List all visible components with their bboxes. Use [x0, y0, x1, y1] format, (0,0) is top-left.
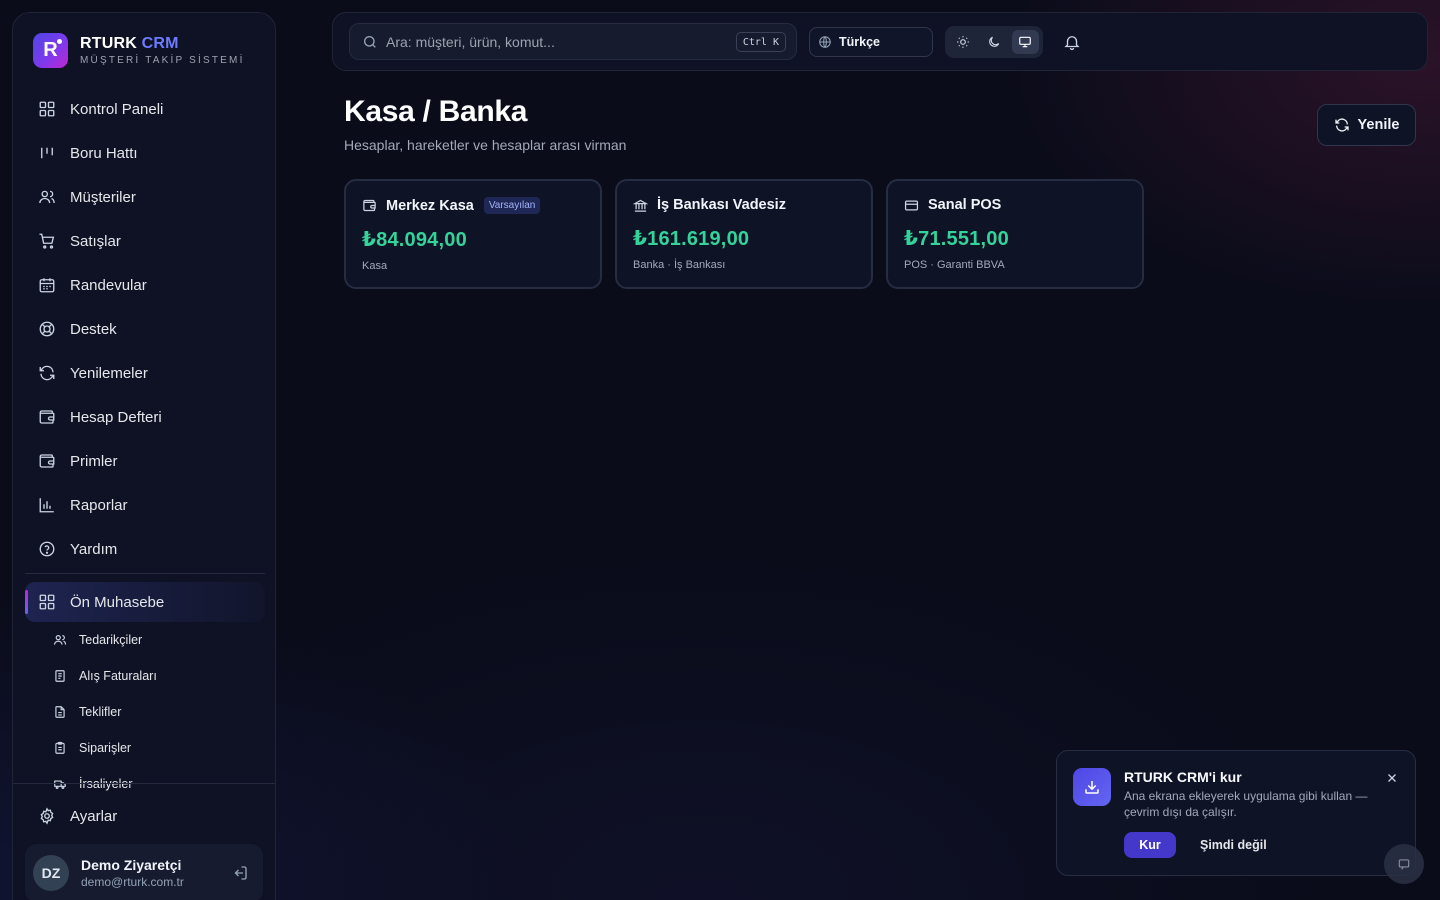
install-button[interactable]: Kur [1124, 832, 1176, 858]
credit-card-icon [904, 200, 919, 210]
document-icon [55, 670, 65, 682]
sun-icon [956, 36, 969, 48]
search-shortcut: Ctrl K [735, 32, 786, 52]
not-now-button[interactable]: Şimdi değil [1200, 838, 1267, 852]
brand-name: RTURK CRM [80, 35, 179, 52]
refresh-button[interactable]: Yenile [1317, 104, 1416, 146]
refresh-icon [39, 365, 55, 381]
submenu-on-muhasebe: Tedarikçiler Alış Faturaları Teklifler S… [25, 622, 265, 802]
account-cards: Merkez Kasa Varsayılan ₺84.094,00 Kasa İ… [344, 179, 1144, 289]
sidebar-item-raporlar[interactable]: Raporlar [25, 483, 265, 527]
account-type: Banka · İş Bankası [633, 259, 726, 271]
sidebar-item-destek[interactable]: Destek [25, 307, 265, 351]
submenu-item-teklifler[interactable]: Teklifler [25, 694, 265, 730]
account-card-merkez-kasa[interactable]: Merkez Kasa Varsayılan ₺84.094,00 Kasa [344, 179, 602, 289]
language-select[interactable]: Türkçe [809, 27, 933, 57]
default-badge: Varsayılan [483, 197, 541, 214]
submenu-item-siparisler[interactable]: Siparişler [25, 730, 265, 766]
bank-icon [633, 199, 648, 212]
gear-icon [40, 807, 54, 825]
wallet-icon [39, 410, 55, 424]
wallet-icon [363, 199, 376, 212]
install-description: Ana ekrana ekleyerek uygulama gibi kulla… [1124, 789, 1368, 819]
account-card-is-bankasi[interactable]: İş Bankası Vadesiz ₺161.619,00 Banka · İ… [615, 179, 873, 289]
brand-logo: R [33, 33, 68, 68]
document-icon [55, 706, 65, 718]
sidebar-item-ayarlar[interactable]: Ayarlar [25, 794, 265, 838]
users-icon [53, 635, 67, 645]
page-title: Kasa / Banka [344, 95, 528, 128]
users-icon [39, 190, 55, 204]
sidebar-nav: Kontrol Paneli Boru Hattı Müşteriler Sat… [25, 87, 265, 802]
chat-button[interactable] [1384, 844, 1424, 884]
account-name: Sanal POS [928, 197, 1002, 213]
account-type: Kasa [362, 260, 388, 272]
theme-dark-button[interactable] [980, 30, 1007, 54]
sidebar-item-yenilemeler[interactable]: Yenilemeler [25, 351, 265, 395]
account-balance: ₺84.094,00 [362, 229, 467, 251]
globe-icon [819, 36, 831, 48]
brand[interactable]: R RTURK CRM MÜŞTERİ TAKİP SİSTEMİ [33, 33, 245, 68]
grid-icon [39, 101, 55, 117]
theme-light-button[interactable] [949, 30, 976, 54]
user-email: demo@rturk.com.tr [81, 875, 184, 889]
sidebar-item-hesap-defteri[interactable]: Hesap Defteri [25, 395, 265, 439]
logout-icon[interactable] [231, 864, 249, 882]
sidebar-item-musteriler[interactable]: Müşteriler [25, 175, 265, 219]
clipboard-icon [55, 741, 65, 754]
sidebar: R RTURK CRM MÜŞTERİ TAKİP SİSTEMİ Kontro… [12, 12, 276, 900]
sidebar-item-randevular[interactable]: Randevular [25, 263, 265, 307]
sidebar-footer: Ayarlar DZ Demo Ziyaretçi demo@rturk.com… [13, 783, 275, 900]
truck-icon [54, 780, 66, 789]
submenu-item-tedarikciler[interactable]: Tedarikçiler [25, 622, 265, 658]
sidebar-item-yardim[interactable]: Yardım [25, 527, 265, 571]
search-input[interactable] [386, 33, 716, 50]
sidebar-item-kontrol-paneli[interactable]: Kontrol Paneli [25, 87, 265, 131]
lifebuoy-icon [39, 321, 55, 337]
calendar-icon [39, 278, 55, 293]
theme-system-button[interactable] [1011, 30, 1039, 54]
brand-subtitle: MÜŞTERİ TAKİP SİSTEMİ [80, 55, 245, 66]
search-box[interactable]: Ctrl K [349, 23, 797, 60]
account-type: POS · Garanti BBVA [904, 259, 1005, 271]
pipeline-icon [41, 147, 53, 159]
account-balance: ₺71.551,00 [904, 228, 1009, 250]
chat-icon [1398, 859, 1410, 870]
account-name: İş Bankası Vadesiz [657, 197, 786, 213]
account-balance: ₺161.619,00 [633, 228, 750, 250]
account-name: Merkez Kasa [386, 197, 474, 214]
bell-icon[interactable] [1063, 33, 1081, 51]
sidebar-item-boru-hatti[interactable]: Boru Hattı [25, 131, 265, 175]
sidebar-item-on-muhasebe[interactable]: Ön Muhasebe [25, 582, 265, 622]
help-icon [39, 541, 55, 557]
user-name: Demo Ziyaretçi [81, 857, 182, 873]
install-title: RTURK CRM'i kur [1124, 769, 1242, 785]
download-icon [1073, 768, 1111, 806]
wallet-icon [39, 454, 55, 468]
grid-icon [39, 594, 55, 610]
cart-icon [39, 233, 55, 249]
search-icon [364, 35, 376, 48]
submenu-item-alis-faturalari[interactable]: Alış Faturaları [25, 658, 265, 694]
theme-switcher [945, 26, 1043, 58]
close-icon[interactable] [1385, 771, 1399, 785]
install-prompt: RTURK CRM'i kur Ana ekrana ekleyerek uyg… [1056, 750, 1416, 876]
topbar: Ctrl K Türkçe [332, 12, 1428, 71]
sidebar-item-primler[interactable]: Primler [25, 439, 265, 483]
account-card-sanal-pos[interactable]: Sanal POS ₺71.551,00 POS · Garanti BBVA [886, 179, 1144, 289]
sidebar-item-satislar[interactable]: Satışlar [25, 219, 265, 263]
monitor-icon [1019, 36, 1032, 48]
page-subtitle: Hesaplar, hareketler ve hesaplar arası v… [344, 137, 627, 153]
bar-chart-icon [39, 498, 54, 513]
moon-icon [989, 36, 1000, 47]
nav-divider [25, 573, 265, 574]
avatar: DZ [33, 855, 69, 891]
refresh-icon [1334, 118, 1349, 132]
user-card[interactable]: DZ Demo Ziyaretçi demo@rturk.com.tr [25, 844, 263, 900]
